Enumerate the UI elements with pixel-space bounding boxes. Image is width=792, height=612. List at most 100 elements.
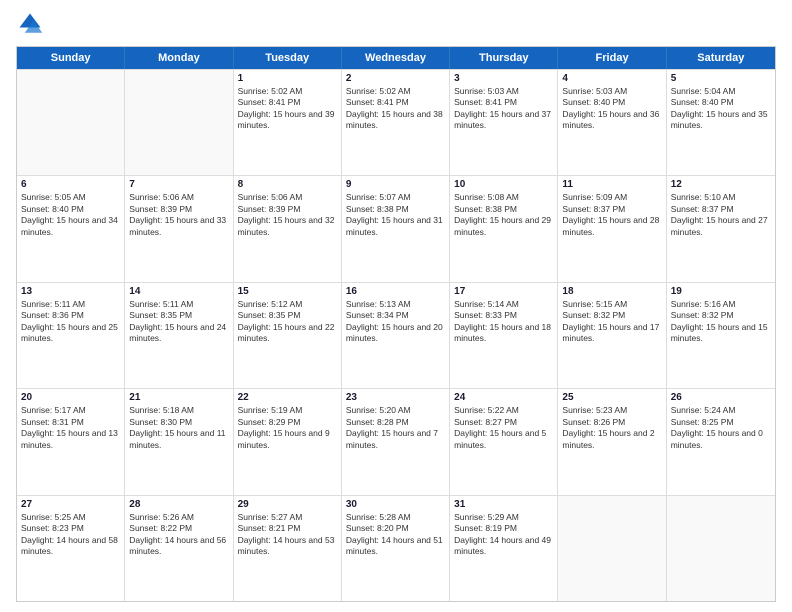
calendar-cell: 30 Sunrise: 5:28 AMSunset: 8:20 PMDayligh… (342, 496, 450, 601)
calendar-cell: 13 Sunrise: 5:11 AMSunset: 8:36 PMDayligh… (17, 283, 125, 388)
day-number: 10 (454, 179, 553, 190)
day-number: 8 (238, 179, 337, 190)
day-info: Sunrise: 5:11 AMSunset: 8:36 PMDaylight:… (21, 299, 120, 345)
day-info: Sunrise: 5:09 AMSunset: 8:37 PMDaylight:… (562, 192, 661, 238)
calendar-cell: 14 Sunrise: 5:11 AMSunset: 8:35 PMDayligh… (125, 283, 233, 388)
calendar-cell: 18 Sunrise: 5:15 AMSunset: 8:32 PMDayligh… (558, 283, 666, 388)
day-number: 17 (454, 286, 553, 297)
day-number: 19 (671, 286, 771, 297)
day-info: Sunrise: 5:22 AMSunset: 8:27 PMDaylight:… (454, 405, 553, 451)
calendar-row: 27 Sunrise: 5:25 AMSunset: 8:23 PMDayligh… (17, 495, 775, 601)
day-info: Sunrise: 5:18 AMSunset: 8:30 PMDaylight:… (129, 405, 228, 451)
calendar-cell: 31 Sunrise: 5:29 AMSunset: 8:19 PMDayligh… (450, 496, 558, 601)
day-info: Sunrise: 5:15 AMSunset: 8:32 PMDaylight:… (562, 299, 661, 345)
day-info: Sunrise: 5:13 AMSunset: 8:34 PMDaylight:… (346, 299, 445, 345)
day-number: 22 (238, 392, 337, 403)
calendar-cell: 28 Sunrise: 5:26 AMSunset: 8:22 PMDayligh… (125, 496, 233, 601)
calendar-cell (125, 70, 233, 175)
day-info: Sunrise: 5:03 AMSunset: 8:40 PMDaylight:… (562, 86, 661, 132)
day-info: Sunrise: 5:14 AMSunset: 8:33 PMDaylight:… (454, 299, 553, 345)
calendar-cell: 23 Sunrise: 5:20 AMSunset: 8:28 PMDayligh… (342, 389, 450, 494)
calendar-cell: 4 Sunrise: 5:03 AMSunset: 8:40 PMDaylight… (558, 70, 666, 175)
day-number: 29 (238, 499, 337, 510)
day-info: Sunrise: 5:05 AMSunset: 8:40 PMDaylight:… (21, 192, 120, 238)
day-number: 2 (346, 73, 445, 84)
day-number: 4 (562, 73, 661, 84)
day-info: Sunrise: 5:23 AMSunset: 8:26 PMDaylight:… (562, 405, 661, 451)
day-number: 26 (671, 392, 771, 403)
day-info: Sunrise: 5:06 AMSunset: 8:39 PMDaylight:… (238, 192, 337, 238)
page: SundayMondayTuesdayWednesdayThursdayFrid… (0, 0, 792, 612)
day-info: Sunrise: 5:25 AMSunset: 8:23 PMDaylight:… (21, 512, 120, 558)
day-number: 30 (346, 499, 445, 510)
day-number: 14 (129, 286, 228, 297)
calendar-cell: 3 Sunrise: 5:03 AMSunset: 8:41 PMDaylight… (450, 70, 558, 175)
day-info: Sunrise: 5:02 AMSunset: 8:41 PMDaylight:… (238, 86, 337, 132)
weekday-header: Sunday (17, 47, 125, 69)
day-info: Sunrise: 5:08 AMSunset: 8:38 PMDaylight:… (454, 192, 553, 238)
calendar-cell: 26 Sunrise: 5:24 AMSunset: 8:25 PMDayligh… (667, 389, 775, 494)
day-number: 31 (454, 499, 553, 510)
day-number: 15 (238, 286, 337, 297)
calendar-row: 1Sunrise: 5:02 AMSunset: 8:41 PMDaylight… (17, 69, 775, 175)
calendar-body: 1Sunrise: 5:02 AMSunset: 8:41 PMDaylight… (17, 69, 775, 601)
calendar-row: 6Sunrise: 5:05 AMSunset: 8:40 PMDaylight… (17, 175, 775, 281)
calendar-cell: 12Sunrise: 5:10 AMSunset: 8:37 PMDayligh… (667, 176, 775, 281)
day-number: 20 (21, 392, 120, 403)
weekday-header: Saturday (667, 47, 775, 69)
day-number: 5 (671, 73, 771, 84)
day-info: Sunrise: 5:06 AMSunset: 8:39 PMDaylight:… (129, 192, 228, 238)
calendar-cell: 5 Sunrise: 5:04 AMSunset: 8:40 PMDaylight… (667, 70, 775, 175)
calendar-cell: 16 Sunrise: 5:13 AMSunset: 8:34 PMDayligh… (342, 283, 450, 388)
day-info: Sunrise: 5:04 AMSunset: 8:40 PMDaylight:… (671, 86, 771, 132)
day-number: 27 (21, 499, 120, 510)
calendar-header: SundayMondayTuesdayWednesdayThursdayFrid… (17, 47, 775, 69)
calendar-cell: 22Sunrise: 5:19 AMSunset: 8:29 PMDayligh… (234, 389, 342, 494)
calendar-cell: 10 Sunrise: 5:08 AMSunset: 8:38 PMDayligh… (450, 176, 558, 281)
day-info: Sunrise: 5:03 AMSunset: 8:41 PMDaylight:… (454, 86, 553, 132)
calendar-cell: 27 Sunrise: 5:25 AMSunset: 8:23 PMDayligh… (17, 496, 125, 601)
calendar-cell: 25Sunrise: 5:23 AMSunset: 8:26 PMDayligh… (558, 389, 666, 494)
day-number: 11 (562, 179, 661, 190)
day-info: Sunrise: 5:28 AMSunset: 8:20 PMDaylight:… (346, 512, 445, 558)
calendar-cell (17, 70, 125, 175)
calendar-cell: 6Sunrise: 5:05 AMSunset: 8:40 PMDaylight… (17, 176, 125, 281)
logo-icon (16, 10, 44, 38)
calendar: SundayMondayTuesdayWednesdayThursdayFrid… (16, 46, 776, 602)
weekday-header: Wednesday (342, 47, 450, 69)
day-number: 24 (454, 392, 553, 403)
calendar-cell: 8 Sunrise: 5:06 AMSunset: 8:39 PMDaylight… (234, 176, 342, 281)
day-info: Sunrise: 5:20 AMSunset: 8:28 PMDaylight:… (346, 405, 445, 451)
calendar-row: 20 Sunrise: 5:17 AMSunset: 8:31 PMDayligh… (17, 388, 775, 494)
day-info: Sunrise: 5:16 AMSunset: 8:32 PMDaylight:… (671, 299, 771, 345)
calendar-cell: 9Sunrise: 5:07 AMSunset: 8:38 PMDaylight… (342, 176, 450, 281)
weekday-header: Tuesday (234, 47, 342, 69)
calendar-cell: 24 Sunrise: 5:22 AMSunset: 8:27 PMDayligh… (450, 389, 558, 494)
day-info: Sunrise: 5:17 AMSunset: 8:31 PMDaylight:… (21, 405, 120, 451)
day-number: 23 (346, 392, 445, 403)
calendar-cell: 11 Sunrise: 5:09 AMSunset: 8:37 PMDayligh… (558, 176, 666, 281)
calendar-cell: 17 Sunrise: 5:14 AMSunset: 8:33 PMDayligh… (450, 283, 558, 388)
day-number: 7 (129, 179, 228, 190)
calendar-cell: 19 Sunrise: 5:16 AMSunset: 8:32 PMDayligh… (667, 283, 775, 388)
day-info: Sunrise: 5:27 AMSunset: 8:21 PMDaylight:… (238, 512, 337, 558)
day-info: Sunrise: 5:26 AMSunset: 8:22 PMDaylight:… (129, 512, 228, 558)
day-number: 18 (562, 286, 661, 297)
day-info: Sunrise: 5:11 AMSunset: 8:35 PMDaylight:… (129, 299, 228, 345)
day-number: 13 (21, 286, 120, 297)
day-number: 21 (129, 392, 228, 403)
day-number: 9 (346, 179, 445, 190)
weekday-header: Monday (125, 47, 233, 69)
calendar-cell: 20 Sunrise: 5:17 AMSunset: 8:31 PMDayligh… (17, 389, 125, 494)
day-number: 16 (346, 286, 445, 297)
day-info: Sunrise: 5:24 AMSunset: 8:25 PMDaylight:… (671, 405, 771, 451)
day-number: 28 (129, 499, 228, 510)
calendar-cell: 29 Sunrise: 5:27 AMSunset: 8:21 PMDayligh… (234, 496, 342, 601)
calendar-cell: 15Sunrise: 5:12 AMSunset: 8:35 PMDayligh… (234, 283, 342, 388)
day-number: 3 (454, 73, 553, 84)
day-info: Sunrise: 5:29 AMSunset: 8:19 PMDaylight:… (454, 512, 553, 558)
logo (16, 10, 48, 38)
calendar-cell: 1Sunrise: 5:02 AMSunset: 8:41 PMDaylight… (234, 70, 342, 175)
calendar-cell (558, 496, 666, 601)
header (16, 10, 776, 38)
